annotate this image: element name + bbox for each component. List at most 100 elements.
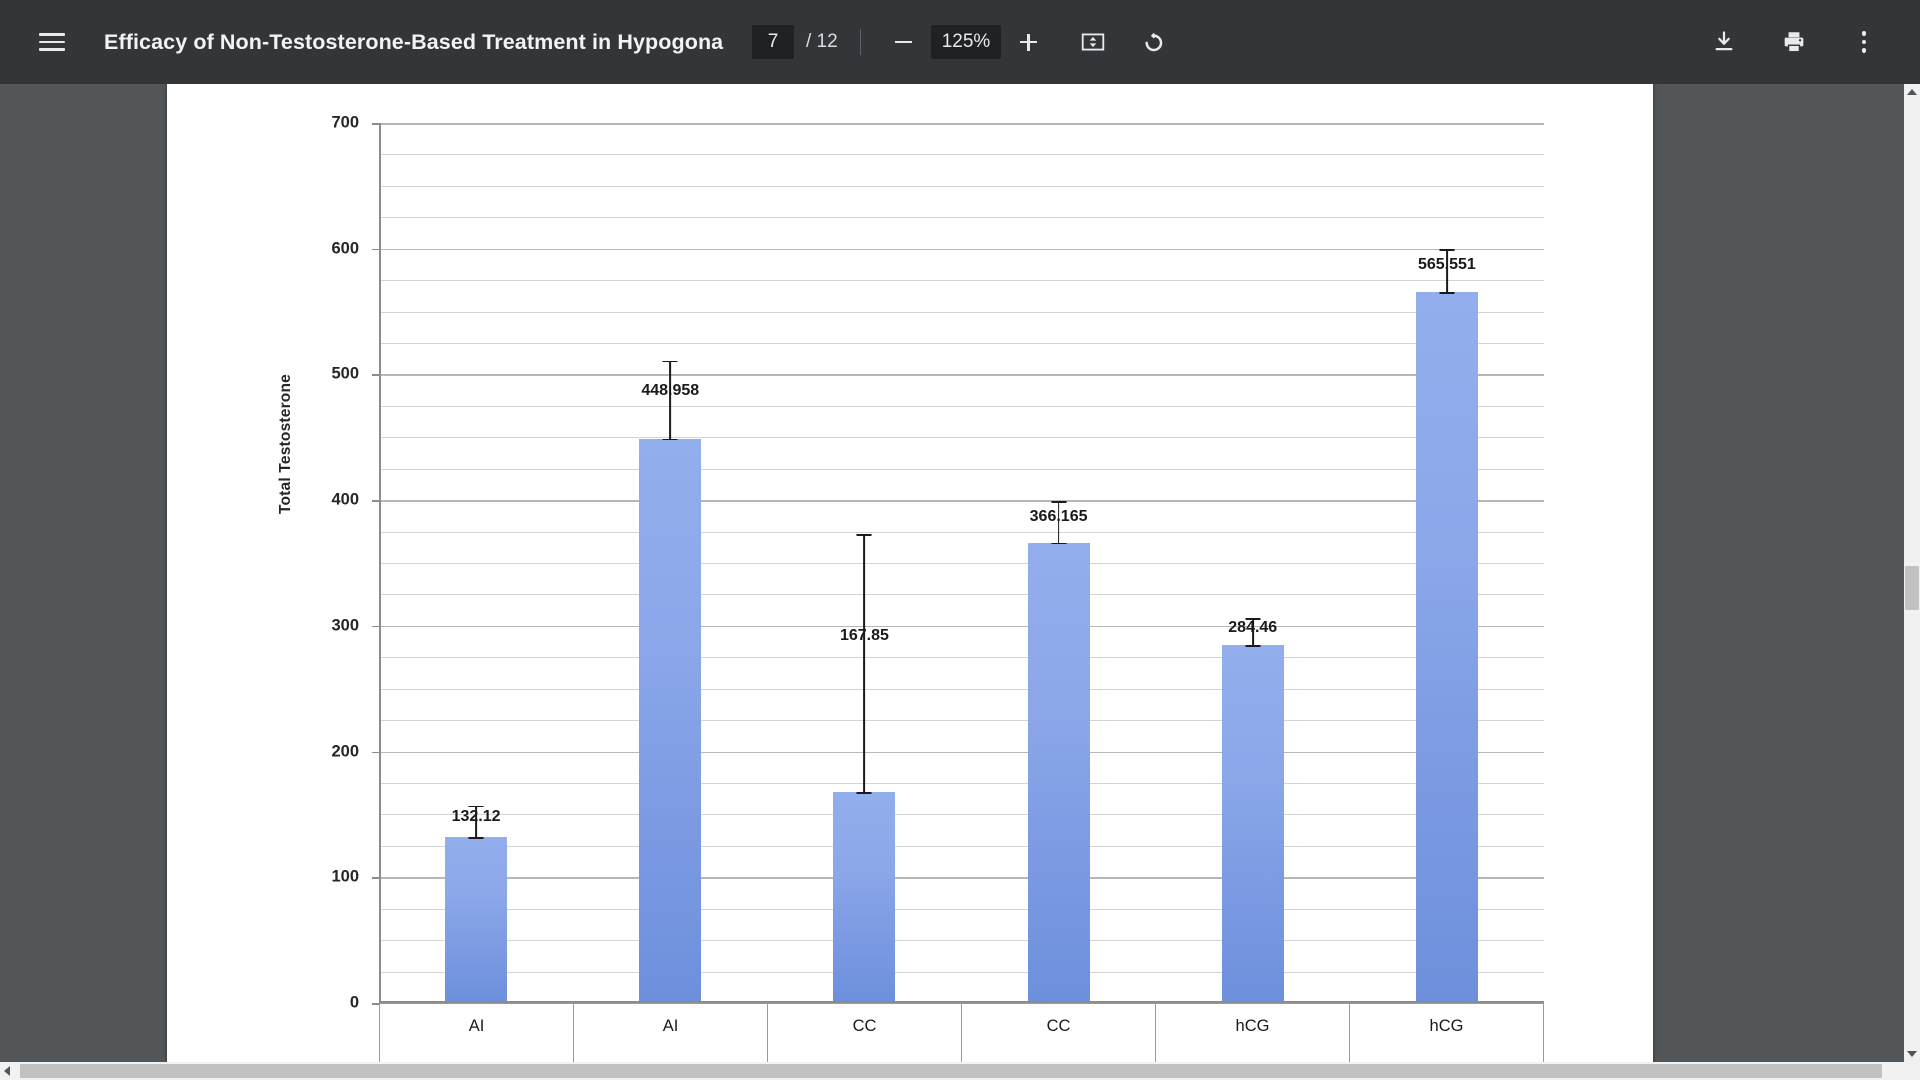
minus-icon: [895, 40, 913, 44]
error-bar: [863, 534, 866, 792]
rotate-button[interactable]: [1131, 20, 1175, 64]
error-bar-cap-bottom: [856, 791, 872, 794]
error-bar-cap-top: [1051, 501, 1067, 504]
bar: [1415, 292, 1478, 1003]
plot-area: 132.12 448.958 167.85 366.165 284.46 565.551: [372, 123, 1544, 1005]
x-axis-category-column: AI Mean PreT: [380, 1004, 574, 1062]
pdf-toolbar: Efficacy of Non-Testosterone-Based Treat…: [0, 0, 1920, 84]
toolbar-divider: [859, 29, 861, 55]
bar-group: 565.551: [1350, 123, 1544, 1003]
toolbar-right-actions: [1702, 20, 1886, 64]
bar-group: 132.12: [379, 123, 573, 1003]
page-number-input[interactable]: [752, 25, 794, 59]
more-options-icon: [1861, 30, 1867, 54]
pdf-viewer-area: Total Testosterone 0 100 200 300 400 500 600 70…: [0, 84, 1904, 1062]
fit-to-page-button[interactable]: [1071, 20, 1115, 64]
zoom-out-button[interactable]: [883, 21, 925, 63]
x-axis-category-column: hCG Mean Post T: [1350, 1004, 1543, 1062]
vertical-scrollbar-thumb[interactable]: [1905, 566, 1919, 610]
y-axis-tick-mark: [372, 751, 380, 754]
print-icon: [1784, 32, 1804, 53]
zoom-controls: 125%: [883, 21, 1050, 63]
fit-to-page-icon: [1082, 33, 1105, 51]
error-bar-cap-bottom: [662, 438, 678, 441]
x-axis-measure-label: Mean Post T: [574, 1050, 767, 1063]
hamburger-glyph: [39, 33, 65, 51]
scroll-left-arrow-icon[interactable]: [4, 1066, 10, 1076]
pdf-page: Total Testosterone 0 100 200 300 400 500 600 70…: [167, 84, 1653, 1062]
document-title: Efficacy of Non-Testosterone-Based Treat…: [104, 29, 724, 54]
download-icon: [1715, 31, 1733, 51]
print-button[interactable]: [1772, 20, 1816, 64]
x-axis-group-label: CC: [1046, 1017, 1071, 1036]
y-axis-tick-label: 600: [331, 239, 359, 258]
y-axis-tick-label: 500: [331, 364, 359, 383]
x-axis-measure-label: Mean Post T: [962, 1050, 1155, 1063]
y-axis-tick-mark: [372, 374, 380, 377]
y-axis-tick-mark: [372, 625, 380, 628]
bar-value-label: 366.165: [1029, 507, 1088, 525]
bar: [639, 438, 702, 1003]
error-bar-cap-bottom: [1245, 645, 1261, 648]
bar-group: 284.46: [1156, 123, 1350, 1003]
x-axis-group-label: hCG: [1235, 1017, 1270, 1036]
rotate-counterclockwise-icon: [1145, 32, 1163, 52]
x-axis-category-column: AI Mean Post T: [574, 1004, 768, 1062]
bar-value-label: 132.12: [451, 808, 501, 826]
x-axis-measure-label: Mean PreT: [768, 1050, 961, 1063]
y-axis-tick-label: 400: [331, 490, 359, 509]
view-controls: [1071, 20, 1175, 64]
scrollbar-corner: [1904, 1062, 1920, 1080]
y-axis-tick-label: 100: [331, 867, 359, 886]
x-axis-group-label: hCG: [1429, 1017, 1464, 1036]
x-axis-measure-label: Mean PreT: [1156, 1050, 1349, 1063]
bar-value-label: 167.85: [839, 627, 889, 645]
x-axis-category-column: CC Mean Post T: [962, 1004, 1156, 1062]
y-axis-tick-mark: [372, 877, 380, 879]
bar-group: 167.85: [767, 123, 961, 1003]
bar-value-label: 448.958: [641, 381, 700, 399]
bar-value-label: 284.46: [1228, 619, 1278, 637]
bar-chart: Total Testosterone 0 100 200 300 400 500 600 70…: [167, 84, 1653, 1062]
x-axis-measure-label: Mean Post T: [1350, 1050, 1543, 1063]
error-bar-cap-top: [1439, 248, 1455, 251]
error-bar-cap-top: [662, 360, 678, 363]
zoom-in-button[interactable]: [1007, 21, 1049, 63]
error-bar-cap-top: [856, 534, 872, 536]
scroll-down-arrow-icon[interactable]: [1907, 1051, 1917, 1057]
y-axis-tick-label: 0: [349, 993, 359, 1012]
scroll-up-arrow-icon[interactable]: [1907, 89, 1917, 95]
hamburger-menu-icon[interactable]: [24, 14, 80, 70]
y-axis-tick-mark: [372, 123, 380, 125]
x-axis-group-label: CC: [852, 1017, 877, 1036]
vertical-scrollbar[interactable]: [1904, 84, 1920, 1062]
y-axis-tick-label: 300: [331, 616, 359, 635]
y-axis-tick-label: 200: [331, 742, 359, 761]
page-count-label: / 12: [806, 31, 838, 52]
zoom-level-value[interactable]: 125%: [930, 25, 1002, 59]
horizontal-scrollbar-thumb[interactable]: [20, 1064, 1882, 1078]
error-bar-cap-bottom: [468, 836, 484, 839]
error-bar-cap-bottom: [1051, 542, 1067, 545]
bar: [1027, 542, 1090, 1003]
x-axis-group-label: AI: [662, 1017, 679, 1036]
horizontal-scrollbar[interactable]: [0, 1062, 1920, 1080]
x-axis-measure-label: Mean PreT: [380, 1050, 573, 1063]
x-axis-category-column: hCG Mean PreT: [1156, 1004, 1350, 1062]
error-bar-cap-bottom: [1439, 292, 1455, 294]
page-navigation: / 12: [752, 25, 838, 59]
x-axis-category-column: CC Mean PreT: [768, 1004, 962, 1062]
download-button[interactable]: [1702, 20, 1746, 64]
y-axis-tick-mark: [372, 248, 380, 251]
y-axis-tick-label: 700: [331, 113, 359, 132]
y-axis-title: Total Testosterone: [277, 374, 294, 514]
bar-group: 448.958: [573, 123, 767, 1003]
bar-value-label: 565.551: [1417, 256, 1476, 274]
y-axis-tick-labels: 0 100 200 300 400 500 600 700: [307, 84, 359, 1062]
bar: [445, 836, 508, 1003]
x-axis-group-label: AI: [468, 1017, 485, 1036]
plus-icon: [1019, 33, 1037, 51]
more-options-button[interactable]: [1842, 20, 1886, 64]
bar: [833, 792, 896, 1003]
bar: [1221, 645, 1284, 1003]
